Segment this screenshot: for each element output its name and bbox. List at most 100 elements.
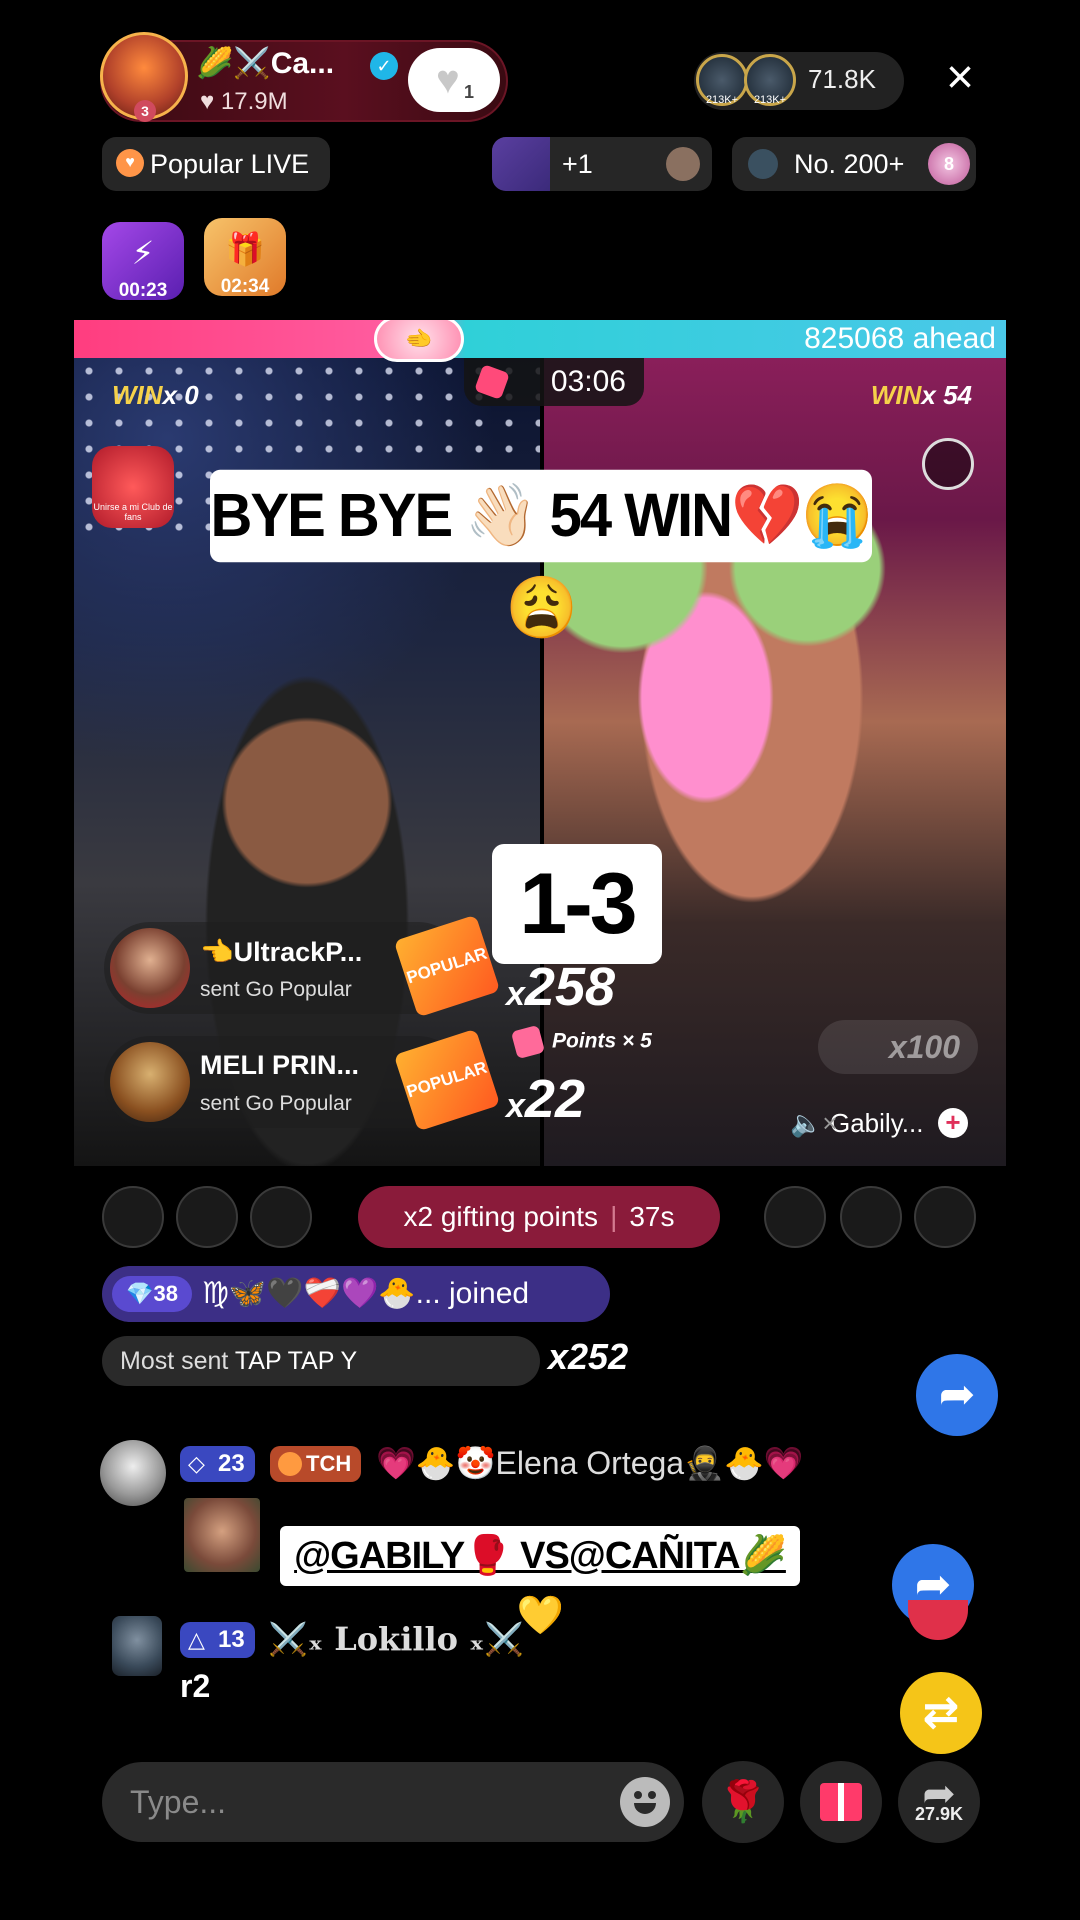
left-top-supporter[interactable]	[250, 1186, 312, 1248]
right-win-streak: WINx 54	[871, 380, 972, 411]
emoji-icon[interactable]	[620, 1777, 670, 1827]
gift-box	[820, 1783, 862, 1821]
treasure-timer-2[interactable]: 🎁 02:34	[204, 218, 286, 297]
most-sent-prefix: Most sent	[120, 1347, 229, 1375]
most-sent-pill[interactable]: Most sent TAP TAP Y	[102, 1336, 540, 1386]
right-win-word: WIN	[870, 380, 922, 410]
gift-text: sent Go Popular	[200, 1092, 352, 1115]
left-top-supporter[interactable]	[176, 1186, 238, 1248]
comment-text: r2	[180, 1668, 211, 1704]
battle-area: 🫲 825068 ahead WINx 0 WINx 54 03:06 Unir…	[74, 320, 1006, 1166]
gift-notification[interactable]: 👈UltrackP... sent Go Popular POPULAR	[104, 914, 501, 1018]
gifter-avatar	[110, 928, 190, 1008]
popular-live-pill[interactable]: ♥ Popular LIVE	[102, 137, 330, 191]
comment-photo	[184, 1498, 260, 1572]
combo-value: 22	[524, 1069, 585, 1129]
right-top-supporter[interactable]	[764, 1186, 826, 1248]
host-likes: ♥ 17.9M	[200, 88, 288, 115]
gifting-points-pill[interactable]: x2 gifting points | 37s	[358, 1186, 720, 1248]
share-icon[interactable]: ➦	[916, 1354, 998, 1436]
battle-score: 1-3	[492, 844, 662, 964]
follow-plus-icon[interactable]: +	[938, 1108, 968, 1138]
right-win-count: x 54	[921, 380, 972, 410]
treasure-timer-1[interactable]: ⚡ 00:23	[102, 222, 184, 301]
popular-live-label: Popular LIVE	[150, 149, 310, 179]
opponent-name: Gabily...	[830, 1108, 924, 1138]
gift-combo-count: x258	[506, 956, 615, 1018]
points-multiplier: Points × 5	[510, 1024, 652, 1060]
rank-label: No. 200+	[794, 149, 905, 179]
gift-text: sent Go Popular	[200, 978, 352, 1001]
user-level-badge: 💎38	[112, 1276, 192, 1312]
left-win-streak: WINx 0	[112, 380, 199, 411]
gift-icon[interactable]	[800, 1761, 882, 1843]
battle-icon	[474, 364, 510, 400]
progress-knob-icon: 🫲	[374, 320, 464, 362]
fan-club-icon	[278, 1452, 302, 1476]
like-count: 1	[464, 82, 475, 102]
user-level-badge: ◇ 23	[180, 1446, 255, 1482]
mute-icon[interactable]: 🔈×	[790, 1098, 838, 1148]
timer-1-label: 00:23	[118, 280, 168, 301]
top-viewer-avatar[interactable]: 213K+	[744, 54, 796, 106]
combo-x: x	[506, 975, 525, 1013]
most-sent-count: x252	[548, 1336, 629, 1377]
right-top-supporter[interactable]	[840, 1186, 902, 1248]
comment-input[interactable]	[102, 1762, 684, 1842]
level-number: 13	[218, 1626, 245, 1653]
repost-icon[interactable]: ⇄	[900, 1672, 982, 1754]
right-top-supporter[interactable]	[914, 1186, 976, 1248]
timer-2-label: 02:34	[220, 276, 270, 297]
overlay-banner-text: BYE BYE 👋🏻 54 WIN💔😭😩	[210, 469, 873, 642]
commenter-name[interactable]: 💗🐣🤡Elena Ortega🥷🐣💗	[376, 1444, 804, 1482]
battle-timer: 03:06	[464, 358, 644, 406]
gifter-avatar	[110, 1042, 190, 1122]
triangle-icon: △	[188, 1627, 205, 1652]
gifting-time: 37s	[629, 1201, 675, 1232]
verified-icon: ✓	[370, 52, 398, 80]
left-win-count: x 0	[162, 380, 199, 410]
ranking-thumb	[492, 137, 550, 191]
treasure-icon: 🎁	[225, 231, 265, 267]
gift-notification[interactable]: MELI PRIN... sent Go Popular POPULAR	[104, 1028, 501, 1132]
heart-icon: ♥	[436, 58, 460, 102]
fan-club-tag-label: TCH	[306, 1451, 352, 1476]
gifter-name: MELI PRIN...	[200, 1050, 360, 1080]
commenter-name[interactable]: ⚔️ₓ 𝐋𝐨𝐤𝐢𝐥𝐥𝐨 ₓ⚔️	[268, 1620, 524, 1658]
multiplier-x100: x100	[818, 1020, 978, 1074]
commenter-avatar[interactable]	[100, 1440, 166, 1506]
level-number: 23	[218, 1450, 245, 1477]
stream-caption: @GABILY🥊 VS@CAÑITA🌽💛	[280, 1526, 800, 1637]
user-level-badge: △ 13	[180, 1622, 255, 1658]
ranking-plus-pill[interactable]: +1	[492, 137, 712, 191]
commenter-avatar[interactable]	[112, 1616, 162, 1676]
viewer-count: 71.8K	[808, 64, 876, 94]
booster-icon[interactable]	[922, 438, 974, 490]
host-name: 🌽⚔️Ca...	[196, 47, 335, 80]
share-count: 27.9K	[914, 1804, 964, 1824]
heart-icon[interactable]	[908, 1600, 968, 1640]
rank-badge-icon: 8	[928, 143, 970, 185]
ahead-text: 825068 ahead	[804, 322, 996, 355]
rose-icon[interactable]: 🌹	[702, 1761, 784, 1843]
points-icon	[510, 1024, 546, 1060]
fan-club-button[interactable]: Unirse a mi Club de fans	[92, 446, 174, 528]
lightning-icon: ⚡	[131, 235, 155, 271]
flame-icon: ♥	[116, 149, 144, 177]
ranking-avatar	[666, 147, 700, 181]
diamond-icon: ◇	[188, 1451, 205, 1476]
share-button[interactable]: ➦ 27.9K	[898, 1761, 980, 1843]
most-sent-item: TAP TAP Y	[234, 1347, 358, 1375]
opponent-name-tag[interactable]: 🔈× Gabily... +	[766, 1098, 1006, 1148]
gift-combo-count: x22	[506, 1068, 585, 1130]
rank-avatar	[748, 149, 778, 179]
host-level-badge: 3	[134, 100, 156, 122]
rank-pill[interactable]: No. 200+ 8	[732, 137, 976, 191]
joined-text: ♍🦋🖤❤️‍🩹💜🐣... joined	[202, 1277, 530, 1310]
close-icon[interactable]: ×	[936, 54, 984, 102]
top-viewer-avatar[interactable]: 213K+	[696, 54, 748, 106]
follow-like-button[interactable]: ♥ 1	[408, 48, 500, 112]
left-top-supporter[interactable]	[102, 1186, 164, 1248]
combo-x: x	[506, 1087, 525, 1125]
points-label: Points × 5	[552, 1029, 652, 1053]
